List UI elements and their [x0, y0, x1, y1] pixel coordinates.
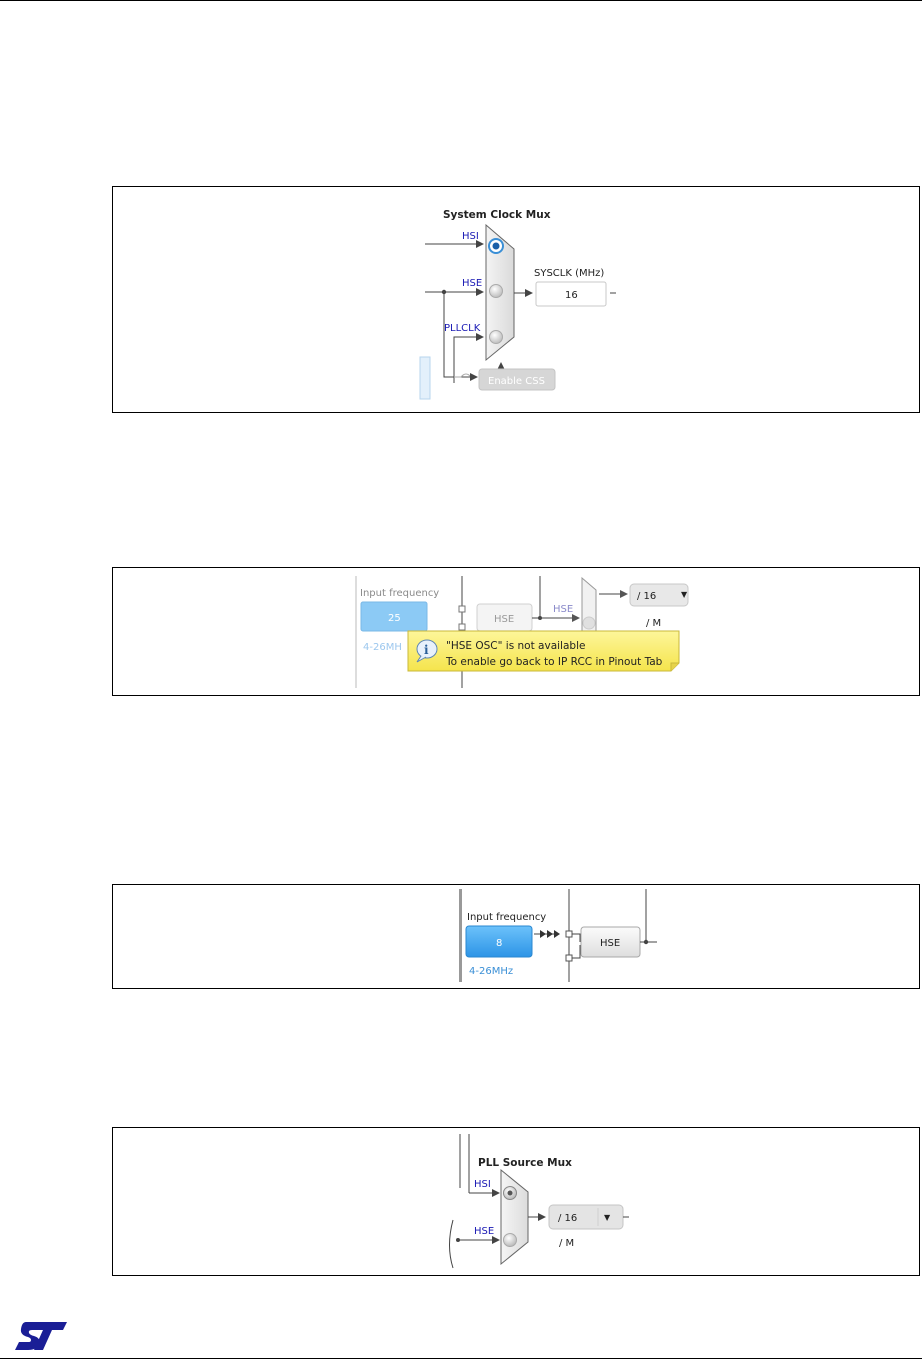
header-rule [0, 0, 922, 1]
fig3-input-value: 8 [496, 938, 502, 949]
fig3-range: 4-26MHz [469, 966, 513, 977]
fig4-mux [500, 1168, 529, 1266]
fig2-range: 4-26MH [363, 642, 402, 653]
fig2-divider-value: / 16 [637, 591, 656, 602]
fig3-input-label: Input frequency [467, 912, 546, 923]
fig3-hse-label: HSE [600, 938, 620, 949]
fig1-radio-hse[interactable] [489, 284, 503, 298]
fig2-hse-block-label: HSE [494, 614, 514, 625]
fig2-chevron-down-icon: ▼ [681, 590, 688, 599]
figure-pll-source-mux: PLL Source Mux HSI HSE / 16 ▼ / M [112, 1127, 920, 1276]
fig4-divider-value: / 16 [558, 1213, 577, 1224]
fig2-input-label: Input frequency [360, 588, 439, 599]
fig1-sysclk-value: 16 [565, 290, 578, 301]
figure-hse-input-frequency: Input frequency 8 4-26MHz HSE [112, 884, 920, 989]
fig2-tooltip-line1: "HSE OSC" is not available [446, 640, 585, 652]
figure-hse-not-available: Input frequency 25 4-26MH HSE HSE / 16 ▼… [112, 567, 920, 696]
fig1-radio-pllclk[interactable] [489, 330, 503, 344]
fig2-input-value: 25 [388, 613, 401, 624]
fig1-title: System Clock Mux [443, 209, 551, 221]
fig1-input-hse: HSE [462, 278, 482, 289]
fig2-tooltip-line2: To enable go back to IP RCC in Pinout Ta… [445, 656, 663, 668]
fig2-hse-line-label: HSE [553, 604, 573, 615]
fig2-divider-suffix: / M [646, 618, 661, 629]
fig4-radio-hse[interactable] [503, 1233, 517, 1247]
fig1-enable-css-label: Enable CSS [488, 376, 545, 387]
fig4-divider-suffix: / M [559, 1238, 574, 1249]
fig4-input-hse: HSE [474, 1226, 494, 1237]
fig1-input-hsi: HSI [462, 231, 479, 242]
fig4-title: PLL Source Mux [478, 1157, 572, 1169]
fig1-output-label: SYSCLK (MHz) [534, 268, 604, 279]
fig4-chevron-down-icon: ▼ [604, 1213, 611, 1222]
fig4-input-hsi: HSI [474, 1179, 491, 1190]
figure-system-clock-mux: System Clock Mux HSI HSE PLLCLK SYSCLK (… [112, 186, 920, 413]
st-logo [15, 1322, 67, 1350]
fig1-input-pllclk: PLLCLK [444, 323, 481, 334]
footer-rule [0, 1358, 922, 1359]
svg-text:i: i [424, 643, 429, 657]
